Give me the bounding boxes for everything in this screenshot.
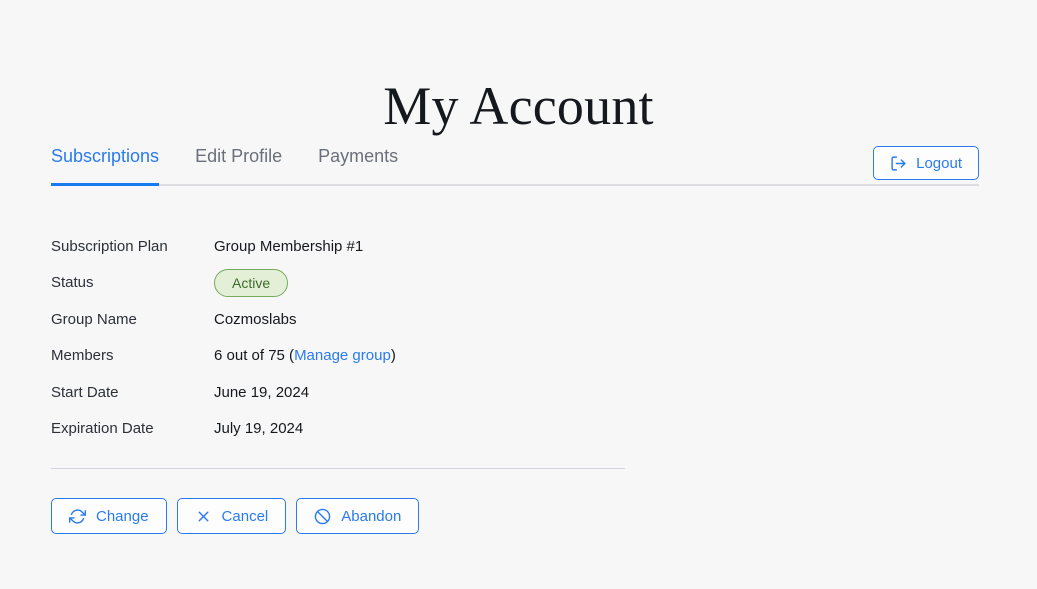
my-account-page: My Account Subscriptions Edit Profile Pa… [0, 0, 1037, 589]
abandon-button-label: Abandon [341, 507, 402, 525]
tab-edit-profile[interactable]: Edit Profile [195, 142, 282, 184]
logout-button[interactable]: Logout [873, 146, 979, 180]
members-suffix-text: ) [390, 347, 396, 364]
detail-value-group-name: Cozmoslabs [214, 310, 297, 328]
action-button-group: Change Cancel Abandon [51, 498, 420, 534]
subscription-details: Subscription Plan Group Membership #1 St… [51, 228, 651, 447]
cancel-button-label: Cancel [221, 507, 269, 525]
detail-label-group-name: Group Name [51, 310, 137, 328]
detail-value-members: 6 out of 75 (Manage group) [214, 346, 396, 366]
tab-edit-profile-label: Edit Profile [195, 146, 283, 166]
detail-row-subscription-plan: Subscription Plan Group Membership #1 [51, 228, 651, 265]
detail-row-members: Members 6 out of 75 (Manage group) [51, 338, 651, 375]
change-button-label: Change [96, 507, 149, 525]
detail-label-members: Members [51, 347, 114, 364]
manage-group-link[interactable]: Manage group [294, 347, 391, 364]
detail-label-start-date: Start Date [51, 383, 119, 401]
detail-label-status: Status [51, 274, 94, 291]
status-badge: Active [214, 268, 289, 297]
detail-row-group-name: Group Name Cozmoslabs [51, 301, 651, 338]
tab-subscriptions[interactable]: Subscriptions [51, 142, 160, 186]
detail-label-subscription-plan: Subscription Plan [51, 237, 168, 255]
ban-icon [314, 508, 331, 525]
tab-subscriptions-label: Subscriptions [51, 146, 160, 166]
tab-payments[interactable]: Payments [318, 142, 398, 184]
abandon-button[interactable]: Abandon [296, 498, 420, 534]
close-icon [195, 508, 212, 525]
change-button[interactable]: Change [51, 498, 167, 534]
refresh-icon [69, 508, 86, 525]
detail-label-expiration-date: Expiration Date [51, 420, 154, 437]
detail-row-start-date: Start Date June 19, 2024 [51, 374, 651, 411]
logout-label: Logout [916, 154, 962, 172]
tab-list: Subscriptions Edit Profile Payments [51, 142, 979, 186]
detail-row-expiration-date: Expiration Date July 19, 2024 [51, 411, 651, 448]
logout-icon [890, 155, 907, 172]
members-count-text: 6 out of 75 ( [214, 347, 295, 364]
detail-value-expiration-date: July 19, 2024 [214, 420, 304, 437]
tab-payments-label: Payments [318, 146, 399, 166]
tab-bar: Subscriptions Edit Profile Payments [51, 142, 979, 186]
section-divider [51, 468, 625, 469]
detail-value-status: Active [214, 268, 289, 297]
detail-value-subscription-plan: Group Membership #1 [214, 237, 364, 255]
page-title: My Account [383, 76, 654, 137]
cancel-button[interactable]: Cancel [176, 498, 287, 534]
detail-value-start-date: June 19, 2024 [214, 383, 310, 401]
detail-row-status: Status Active [51, 265, 651, 302]
